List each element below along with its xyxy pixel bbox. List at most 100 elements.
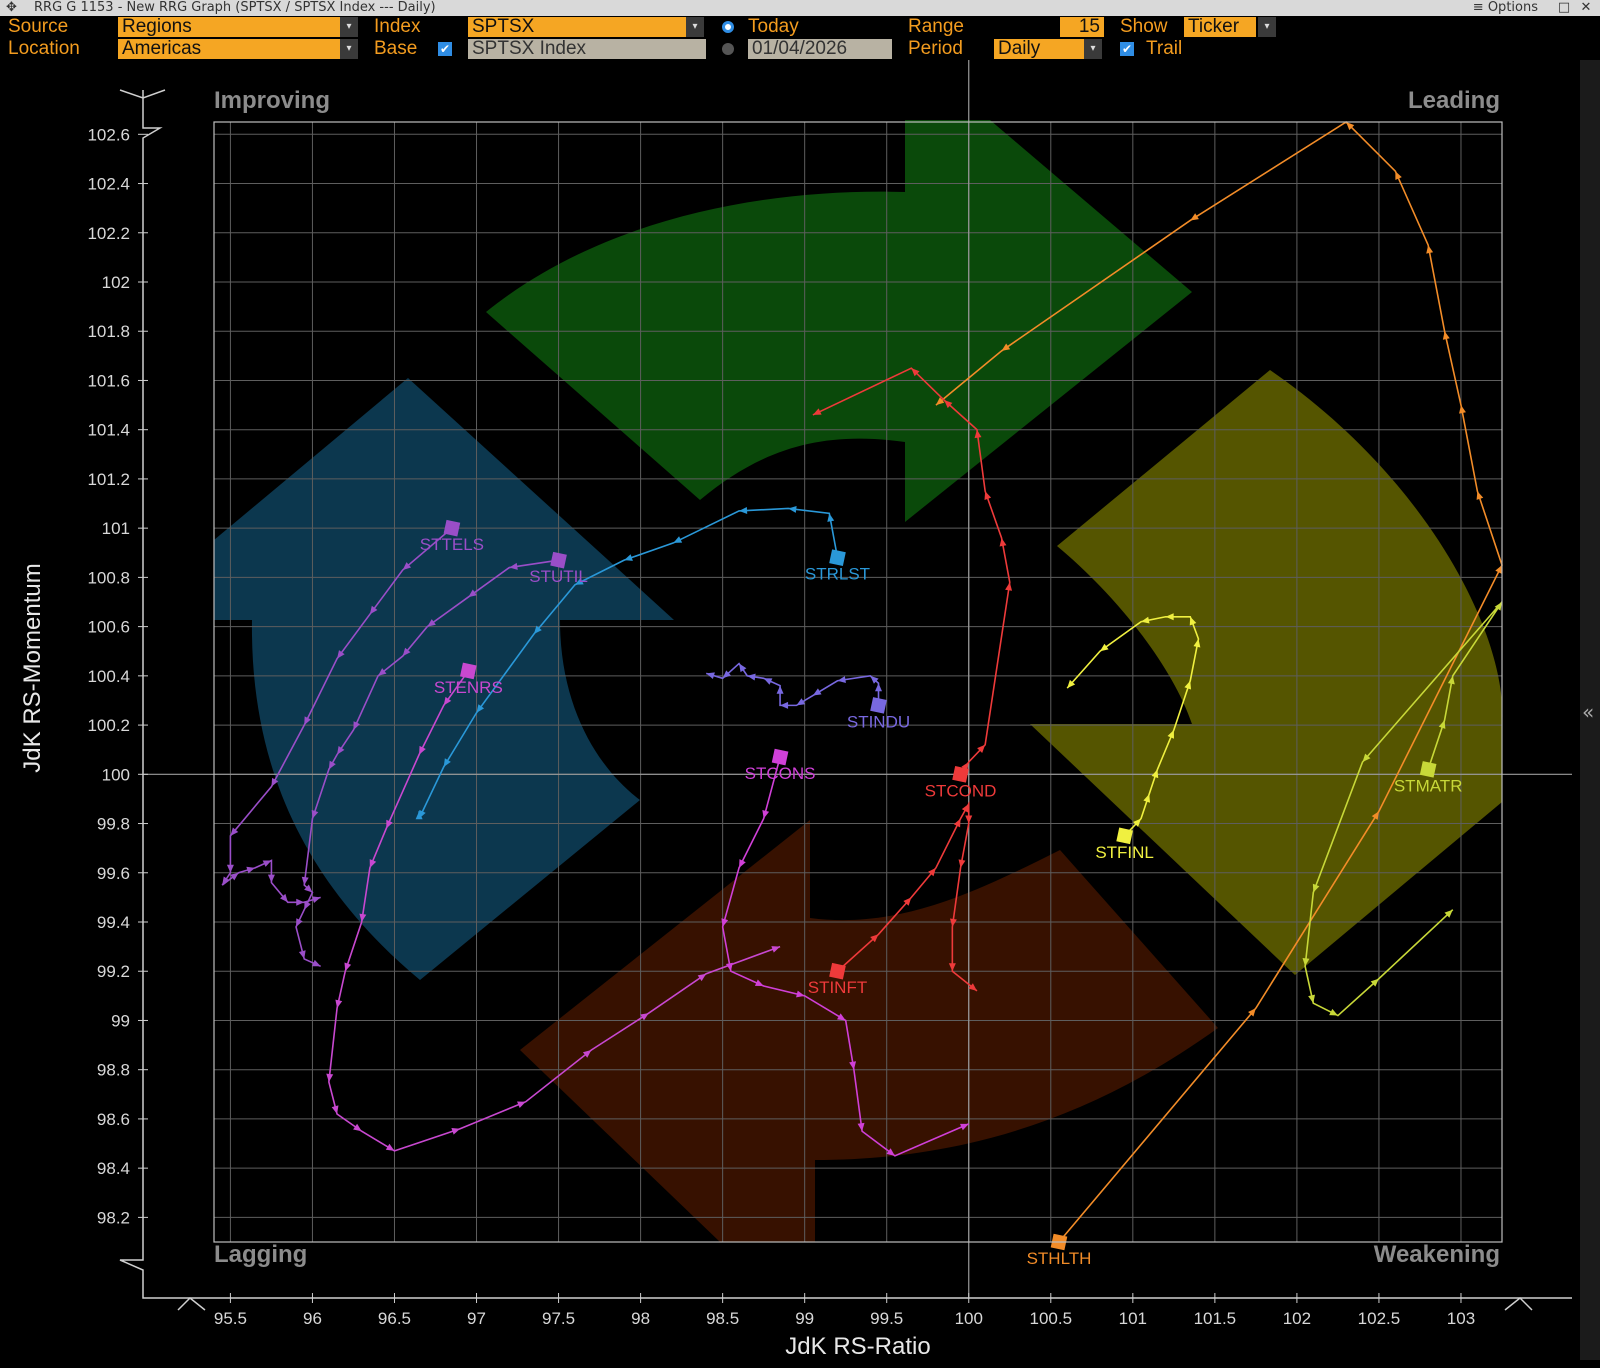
trail-head [870, 697, 887, 714]
source-label: Source [8, 16, 69, 37]
yellow-arrow [1030, 370, 1503, 975]
source-dropdown-icon[interactable]: ▾ [340, 17, 358, 37]
trail-point [517, 1101, 526, 1108]
range-label: Range [908, 16, 964, 37]
range-input[interactable]: 15 [1060, 17, 1104, 37]
show-select[interactable]: Ticker [1184, 17, 1256, 37]
base-label: Base [374, 38, 418, 59]
trail-point [311, 959, 321, 967]
period-label: Period [908, 38, 963, 59]
trail-point [673, 536, 683, 543]
ticker-label-strlst: STRLST [805, 565, 870, 584]
trail-point [301, 876, 309, 886]
ticker-label-stinft: STINFT [808, 978, 868, 997]
y-tick-label: 98.2 [97, 1208, 130, 1227]
trail-line [705, 662, 880, 707]
trail-head [829, 549, 846, 566]
location-select[interactable]: Americas [118, 39, 340, 59]
index-input[interactable]: SPTSX [468, 17, 686, 37]
x-axis-break-left [177, 1296, 206, 1311]
y-tick-label: 100 [102, 765, 130, 784]
options-menu[interactable]: ≡ Options [1473, 0, 1538, 16]
x-tick-label: 98.5 [706, 1309, 739, 1328]
maximize-icon[interactable]: □ [1556, 0, 1572, 16]
y-tick-label: 100.6 [87, 618, 130, 637]
trail-point [267, 874, 275, 883]
y-tick-label: 99.4 [97, 913, 130, 932]
y-tick-label: 98.4 [97, 1159, 130, 1178]
trail-head [829, 962, 846, 980]
trail-point [311, 896, 321, 904]
trail-point [1329, 1008, 1338, 1016]
trail-point [353, 1123, 362, 1132]
quadrant-leading-label: Leading [1408, 87, 1500, 114]
x-tick-label: 95.5 [214, 1309, 247, 1328]
ticker-label-stcond: STCOND [925, 781, 997, 800]
rrg-chart[interactable]: 98.2 98.4 98.6 98.8 99 99.2 99.4 99.6 99.8 100 100… [0, 60, 1600, 1368]
today-radio[interactable] [722, 21, 734, 33]
period-select[interactable]: Daily [994, 39, 1084, 59]
trail-point [875, 683, 883, 692]
show-dropdown-icon[interactable]: ▾ [1258, 17, 1276, 37]
ticker-label-stenrs: STENRS [434, 678, 503, 697]
y-tick-label: 99.6 [97, 864, 130, 883]
trail-stindu [705, 662, 887, 714]
date-input[interactable]: 01/04/2026 [748, 39, 892, 59]
trail-head [1116, 827, 1133, 845]
trail-point [1495, 565, 1502, 574]
y-tick-label: 101.4 [87, 421, 130, 440]
x-axis-break-right [1504, 1296, 1533, 1311]
trail-point [296, 898, 305, 906]
period-dropdown-icon[interactable]: ▾ [1084, 39, 1102, 59]
base-checkbox[interactable]: ✔ [438, 42, 452, 56]
ticker-label-stutil: STUTIL [529, 567, 588, 586]
trail-point [739, 663, 747, 673]
collapse-icon[interactable]: « [1582, 700, 1594, 724]
trail-head [1419, 761, 1437, 778]
trail-checkbox[interactable]: ✔ [1120, 42, 1134, 56]
date-radio[interactable] [722, 43, 734, 55]
x-tick-label: 98 [631, 1309, 650, 1328]
window-title: RRG G 1153 - New RRG Graph (SPTSX / SPTS… [34, 0, 436, 15]
location-label: Location [8, 38, 80, 59]
y-tick-label: 99.2 [97, 962, 130, 981]
trail-point [451, 1128, 461, 1135]
x-tick-label: 99 [795, 1309, 814, 1328]
trail-point [222, 876, 230, 886]
quadrant-lagging-label: Lagging [214, 1241, 307, 1268]
y-tick-label: 101.8 [87, 322, 130, 341]
y-tick-label: 101 [102, 519, 130, 538]
trail-point [762, 809, 770, 819]
show-label: Show [1120, 16, 1168, 37]
trail-point [706, 672, 715, 680]
y-tick-label: 100.2 [87, 716, 130, 735]
trail-point [298, 950, 306, 959]
location-dropdown-icon[interactable]: ▾ [340, 39, 358, 59]
trail-point [776, 685, 784, 694]
today-label: Today [748, 16, 799, 37]
x-tick-label: 100.5 [1030, 1309, 1073, 1328]
y-tick-label: 102.4 [87, 175, 130, 194]
y-tick-label: 98.6 [97, 1110, 130, 1129]
source-select[interactable]: Regions [118, 17, 340, 37]
trail-head [771, 748, 789, 766]
y-axis-title: JdK RS-Momentum [19, 563, 46, 772]
base-input[interactable]: SPTSX Index [468, 39, 706, 59]
index-dropdown-icon[interactable]: ▾ [686, 17, 704, 37]
y-tick-label: 102.2 [87, 224, 130, 243]
trail-point [961, 803, 969, 813]
ticker-label-stindu: STINDU [847, 712, 910, 731]
move-icon[interactable]: ✥ [6, 0, 17, 16]
x-axis-title: JdK RS-Ratio [785, 1333, 930, 1360]
y-tick-label: 101.2 [87, 470, 130, 489]
trail-point [984, 491, 992, 500]
trail-point [326, 1073, 334, 1082]
trail-point [812, 688, 822, 696]
y-tick-label: 99 [111, 1011, 130, 1030]
y-tick-label: 100.8 [87, 568, 130, 587]
x-tick-label: 97 [467, 1309, 486, 1328]
ticker-label-stcons: STCONS [745, 764, 816, 783]
side-panel-handle[interactable]: « [1580, 60, 1600, 1360]
y-tick-label: 101.6 [87, 371, 130, 390]
close-icon[interactable]: ✕ [1578, 0, 1594, 16]
